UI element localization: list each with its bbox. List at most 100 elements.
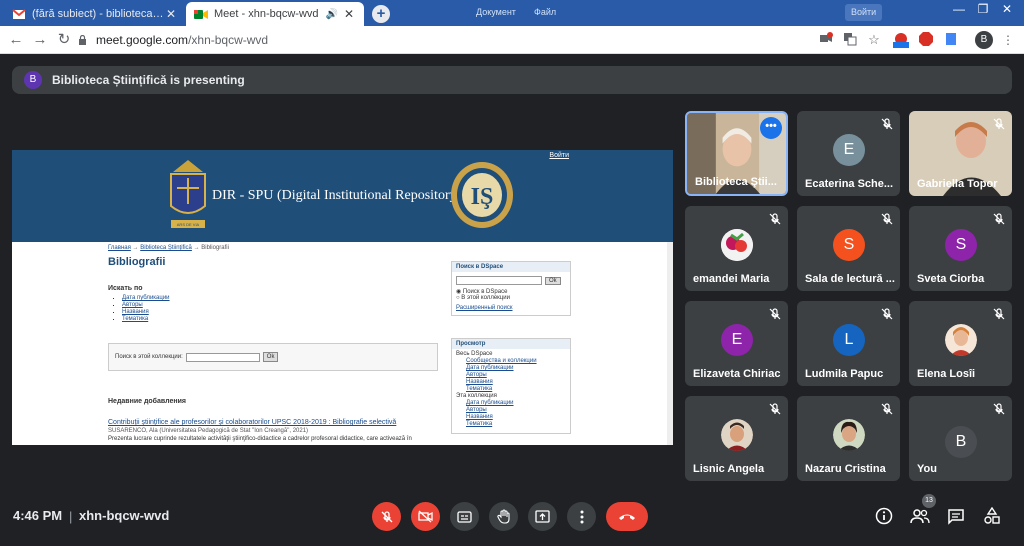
- participant-tile[interactable]: emandei Maria: [685, 206, 788, 291]
- mic-off-icon: [993, 213, 1005, 225]
- participant-tile[interactable]: Elena Losîi: [909, 301, 1012, 386]
- list-item: Тематика: [122, 316, 440, 323]
- sidebar-search-heading: Поиск в DSpace: [452, 262, 570, 272]
- participant-name: Ludmila Papuc: [805, 368, 884, 380]
- radio-label: В этой коллекции: [461, 295, 510, 302]
- recent-additions: Недавние добавления Contribuţii ştiinţif…: [108, 398, 440, 442]
- participant-name: Sala de lectură ...: [805, 273, 895, 285]
- participant-avatar: S: [833, 229, 865, 261]
- ghost-label: Файл: [534, 7, 557, 17]
- dspace-main: Bibliografii Искать по Дата публикации А…: [108, 256, 440, 323]
- presenter-avatar: B: [24, 71, 42, 89]
- participant-tile[interactable]: Gabriella Topor: [909, 111, 1012, 196]
- document-extension-icon[interactable]: [943, 32, 959, 48]
- more-options-icon[interactable]: •••: [760, 117, 782, 139]
- raise-hand-button[interactable]: [489, 502, 518, 531]
- back-arrow-icon[interactable]: ←: [6, 30, 26, 50]
- star-icon[interactable]: ☆: [866, 32, 882, 48]
- url-path: /xhn-bqcw-wvd: [188, 33, 269, 47]
- camera-blocked-icon[interactable]: [818, 32, 834, 48]
- participant-avatar-photo: [833, 419, 865, 451]
- extension-new-icon[interactable]: [893, 32, 909, 48]
- breadcrumb-sep: →: [193, 245, 200, 251]
- close-tab-icon[interactable]: ✕: [342, 7, 356, 21]
- url-host: meet.google.com: [96, 33, 189, 47]
- list-item: Авторы: [122, 302, 440, 309]
- present-now-button[interactable]: [528, 502, 557, 531]
- captions-icon: [457, 510, 472, 523]
- mic-off-icon: [769, 308, 781, 320]
- present-icon: [535, 510, 550, 523]
- leave-call-button[interactable]: [606, 502, 648, 531]
- activities-button[interactable]: [981, 505, 1003, 527]
- speaker-icon[interactable]: 🔊: [326, 9, 338, 20]
- participant-tile-self[interactable]: B You: [909, 396, 1012, 481]
- participant-tile[interactable]: Nazaru Cristina: [797, 396, 900, 481]
- collection-search-box: Поиск в этой коллекции: Ok: [108, 343, 438, 371]
- adblock-icon[interactable]: [918, 32, 934, 48]
- breadcrumb-current: Bibliografii: [201, 245, 229, 251]
- browse-link: Названия: [122, 309, 149, 315]
- activities-icon: [984, 507, 1000, 524]
- captions-button[interactable]: [450, 502, 479, 531]
- profile-avatar[interactable]: B: [975, 31, 993, 49]
- chat-icon: [948, 508, 964, 525]
- translate-icon[interactable]: [842, 32, 858, 48]
- list-item: Названия: [122, 309, 440, 316]
- participant-count-badge: 13: [922, 494, 936, 508]
- participant-tile[interactable]: ••• Biblioteca Ştii...: [685, 111, 788, 196]
- info-icon: [875, 507, 893, 525]
- mic-off-icon: [769, 213, 781, 225]
- close-tab-icon[interactable]: ✕: [164, 7, 178, 21]
- browse-link: Авторы: [122, 302, 143, 308]
- close-window-icon[interactable]: ✕: [995, 0, 1019, 18]
- participants-button[interactable]: [909, 505, 931, 527]
- mic-off-icon: [993, 308, 1005, 320]
- minimize-icon[interactable]: —: [947, 0, 971, 18]
- participant-tile[interactable]: L Ludmila Papuc: [797, 301, 900, 386]
- new-tab-button[interactable]: +: [372, 5, 390, 23]
- browse-link: Названия: [466, 379, 493, 385]
- mic-off-icon: [881, 213, 893, 225]
- participant-tile[interactable]: Lisnic Angela: [685, 396, 788, 481]
- address-bar[interactable]: meet.google.com/xhn-bqcw-wvd: [78, 30, 808, 50]
- login-link: Войти: [549, 152, 569, 159]
- forward-arrow-icon[interactable]: →: [30, 30, 50, 50]
- seal-letters: IŞ: [471, 184, 494, 210]
- chat-button[interactable]: [945, 505, 967, 527]
- meeting-details-button[interactable]: [873, 505, 895, 527]
- recent-heading: Недавние добавления: [108, 398, 186, 405]
- shared-screen: Войти ARS DE VIA DIR - SPU (Digital Inst…: [12, 150, 673, 445]
- browse-link: Дата публикации: [466, 365, 514, 371]
- more-vert-icon: [580, 510, 583, 523]
- sidebar-ok-button: Ok: [545, 277, 561, 286]
- participant-name: Sveta Ciorba: [917, 273, 985, 285]
- restore-icon[interactable]: ❐: [971, 0, 995, 18]
- recent-item-desc: Prezenta lucrare cuprinde rezultatele ac…: [108, 436, 412, 442]
- tab-gmail[interactable]: (fără subiect) - biblioteca.catalog ✕: [4, 2, 186, 26]
- participant-tile[interactable]: E Ecaterina Sche...: [797, 111, 900, 196]
- sidebar-browse-heading: Просмотр: [452, 339, 570, 349]
- participant-avatar-photo: [721, 419, 753, 451]
- participant-tile[interactable]: E Elizaveta Chiriac: [685, 301, 788, 386]
- participant-avatar: E: [721, 324, 753, 356]
- tab-meet[interactable]: Meet - xhn-bqcw-wvd 🔊 ✕: [186, 2, 364, 26]
- mic-toggle-button[interactable]: [372, 502, 401, 531]
- recent-item-meta: SUSARENCO, Ala (Universitatea Pedagogică…: [108, 428, 309, 434]
- presenting-text: Biblioteca Științifică is presenting: [52, 73, 245, 87]
- more-options-button[interactable]: [567, 502, 596, 531]
- page-title: Bibliografii: [108, 256, 166, 268]
- browse-heading: Искать по: [108, 285, 143, 292]
- camera-toggle-button[interactable]: [411, 502, 440, 531]
- menu-kebab-icon[interactable]: ⋮: [1000, 32, 1016, 48]
- browser-tab-strip: (fără subiect) - biblioteca.catalog ✕ Me…: [0, 0, 1024, 26]
- breadcrumb-home: Главная: [108, 245, 131, 251]
- breadcrumb: Главная → Biblioteca Ştiinţifică → Bibli…: [108, 245, 229, 251]
- reload-icon[interactable]: ↻: [54, 30, 74, 50]
- participant-tile[interactable]: S Sala de lectură ...: [797, 206, 900, 291]
- sidebar-browse: Просмотр Весь DSpace Сообщества и коллек…: [451, 338, 571, 434]
- dspace-header: Войти ARS DE VIA DIR - SPU (Digital Inst…: [12, 150, 673, 242]
- repository-title: DIR - SPU (Digital Institutional Reposit…: [212, 188, 462, 203]
- ghost-label: Документ: [476, 7, 516, 17]
- participant-tile[interactable]: S Sveta Ciorba: [909, 206, 1012, 291]
